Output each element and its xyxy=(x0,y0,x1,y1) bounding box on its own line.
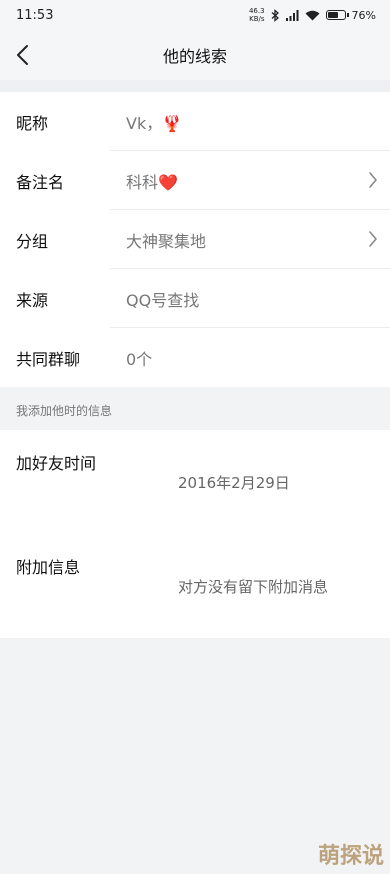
row-value: QQ号查找 xyxy=(126,290,200,310)
row-label: 昵称 xyxy=(16,113,49,133)
add-time-label: 加好友时间 xyxy=(16,454,97,473)
watermark-logo: 萌探说 xyxy=(317,844,384,869)
battery-icon xyxy=(325,10,349,20)
chevron-right-icon xyxy=(369,172,377,188)
section-header: 我添加他时的信息 xyxy=(0,390,390,430)
section-gap xyxy=(0,80,390,92)
bluetooth-icon xyxy=(271,8,279,22)
row-group[interactable]: 分组 大神聚集地 xyxy=(0,210,390,269)
status-bar: 11:53 46.3 KB/s 76% xyxy=(0,0,390,30)
message-label: 附加信息 xyxy=(16,558,81,577)
row-value: Vk，🦞 xyxy=(126,113,183,133)
row-value: 大神聚集地 xyxy=(126,231,207,251)
row-nickname: 昵称 Vk，🦞 xyxy=(0,92,390,151)
battery-percent: 76% xyxy=(351,8,376,22)
row-value: 0个 xyxy=(126,349,153,369)
row-common-groups[interactable]: 共同群聊 0个 xyxy=(0,328,390,387)
row-source: 来源 QQ号查找 xyxy=(0,269,390,328)
add-info-card: 加好友时间 2016年2月29日 附加信息 对方没有留下附加消息 xyxy=(0,430,390,638)
row-value: 科科❤️ xyxy=(126,172,178,192)
back-button[interactable] xyxy=(8,40,38,70)
net-speed-value: 46.3 xyxy=(248,7,265,15)
nav-bar: 他的线索 xyxy=(0,30,390,80)
row-label: 来源 xyxy=(16,290,49,310)
page-title: 他的线索 xyxy=(162,47,227,66)
status-time: 11:53 xyxy=(16,7,54,23)
chevron-left-icon xyxy=(17,45,28,65)
row-label: 分组 xyxy=(16,231,49,251)
signal-icon xyxy=(285,9,299,21)
add-time-value: 2016年2月29日 xyxy=(178,474,290,492)
message-value: 对方没有留下附加消息 xyxy=(178,578,329,596)
wifi-icon xyxy=(305,10,320,20)
row-remark[interactable]: 备注名 科科❤️ xyxy=(0,151,390,210)
chevron-right-icon xyxy=(369,231,377,247)
profile-card: 昵称 Vk，🦞 备注名 科科❤️ 分组 大神聚集地 来源 QQ号查找 共同群聊 … xyxy=(0,92,390,387)
row-label: 共同群聊 xyxy=(16,349,81,369)
net-speed-unit: KB/s xyxy=(249,15,265,23)
status-icons: 46.3 KB/s 76% xyxy=(249,7,376,23)
row-label: 备注名 xyxy=(16,172,65,192)
net-speed: 46.3 KB/s xyxy=(249,7,265,23)
